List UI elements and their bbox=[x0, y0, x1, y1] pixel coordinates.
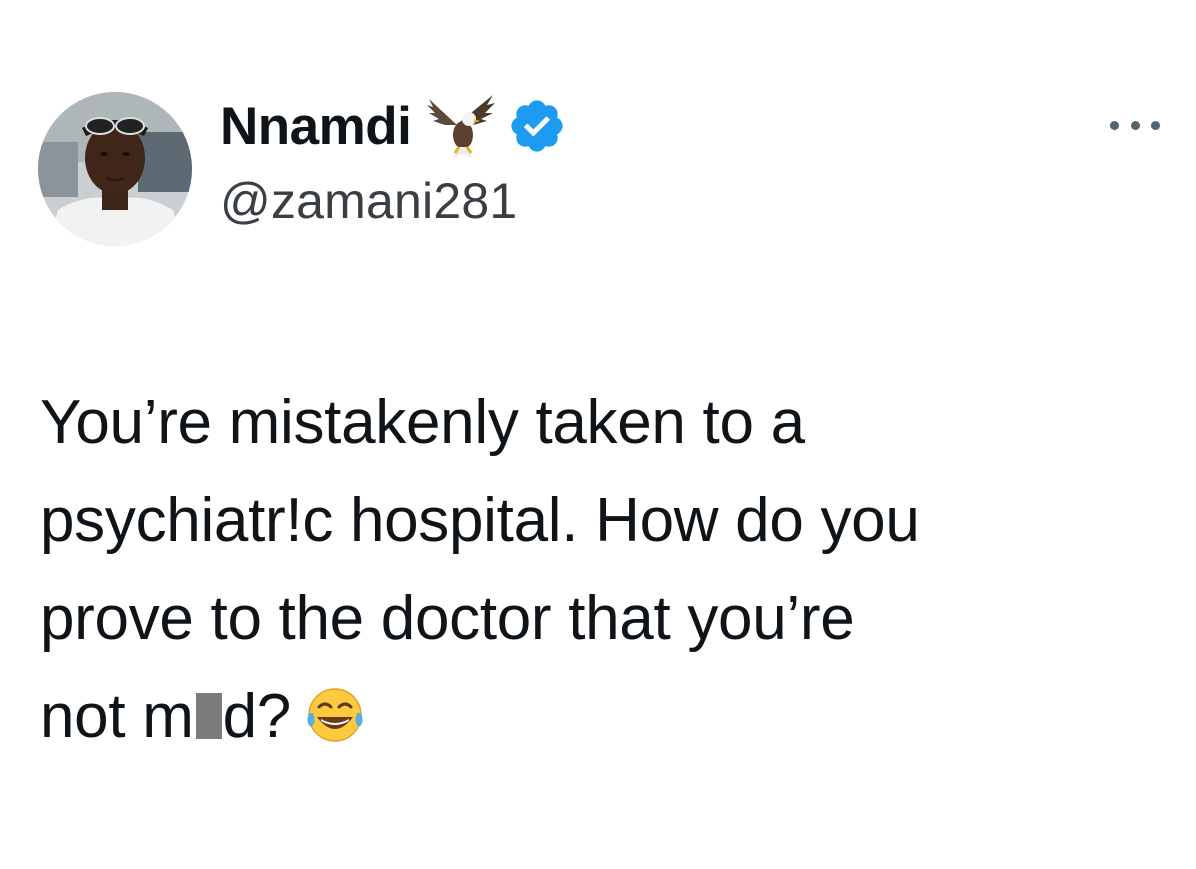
avatar-image bbox=[38, 92, 192, 246]
tweet-card: Nnamdi @zamani281 You’re mistakenly take… bbox=[0, 0, 1196, 869]
name-row: Nnamdi bbox=[220, 86, 567, 166]
tweet-text-line-last: not m d? bbox=[40, 668, 1160, 766]
tweet-text-line: prove to the doctor that you’re bbox=[40, 584, 855, 653]
tweet-text-line: You’re mistakenly taken to a bbox=[40, 388, 805, 457]
tweet-body: You’re mistakenly taken to a psychiatr!c… bbox=[40, 374, 1160, 766]
tweet-text-line: psychiatr!c hospital. How do you bbox=[40, 486, 920, 555]
tweet-text-fragment: d? bbox=[222, 682, 292, 751]
verified-badge-icon bbox=[507, 96, 567, 156]
eagle-icon bbox=[423, 91, 499, 161]
face-with-tears-of-joy-icon bbox=[303, 678, 367, 742]
display-name[interactable]: Nnamdi bbox=[220, 96, 412, 157]
tweet-header: Nnamdi @zamani281 bbox=[220, 86, 567, 230]
more-options-button[interactable] bbox=[1110, 110, 1160, 140]
censor-block bbox=[195, 693, 222, 739]
user-handle[interactable]: @zamani281 bbox=[220, 172, 567, 230]
more-icon bbox=[1110, 120, 1119, 130]
more-icon-dot bbox=[1130, 120, 1140, 130]
more-icon-dot bbox=[1151, 120, 1160, 130]
tweet-text-fragment: not m bbox=[40, 682, 194, 751]
avatar[interactable] bbox=[38, 92, 192, 246]
